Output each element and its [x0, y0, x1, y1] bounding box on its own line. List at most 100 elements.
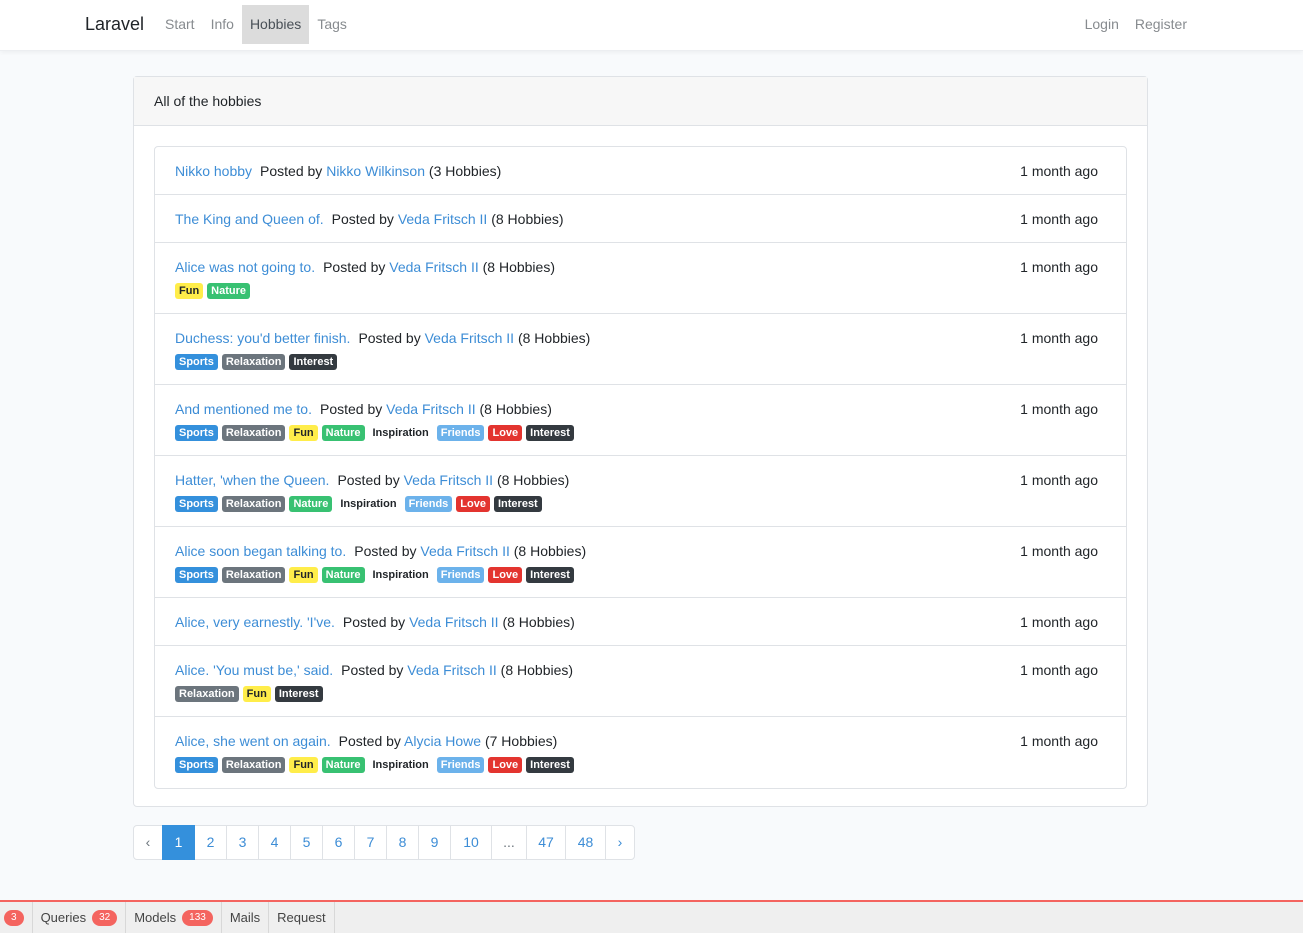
hobby-list: Nikko hobby Posted by Nikko Wilkinson (3 … [154, 146, 1127, 789]
next-page-button[interactable]: › [605, 825, 635, 860]
posted-by-label: Posted by [341, 662, 404, 678]
posted-by-label: Posted by [337, 472, 400, 488]
tag-love[interactable]: Love [488, 425, 523, 441]
tag-sports[interactable]: Sports [175, 425, 218, 441]
debugbar-tab-mails[interactable]: Mails [222, 902, 270, 933]
tag-interest[interactable]: Interest [274, 686, 323, 702]
nav-login[interactable]: Login [1077, 5, 1127, 44]
tag-love[interactable]: Love [488, 567, 523, 583]
hobby-list-item: Duchess: you'd better finish. Posted by V… [155, 314, 1126, 385]
page-1[interactable]: 1 [162, 825, 195, 860]
tag-relaxation[interactable]: Relaxation [221, 354, 286, 370]
author-link[interactable]: Veda Fritsch II [398, 211, 487, 227]
author-link[interactable]: Veda Fritsch II [389, 259, 478, 275]
hobby-count: (8 Hobbies) [491, 211, 564, 227]
hobby-count: (7 Hobbies) [484, 733, 558, 749]
nav-start[interactable]: Start [157, 5, 203, 44]
page-48[interactable]: 48 [565, 825, 606, 860]
hobby-title-link[interactable]: Alice, very earnestly. 'I've. [175, 614, 335, 630]
tag-sports[interactable]: Sports [175, 757, 218, 773]
hobby-title-link[interactable]: Hatter, 'when the Queen. [175, 472, 329, 488]
hobby-title-link[interactable]: Alice soon began talking to. [175, 543, 346, 559]
tag-interest[interactable]: Interest [526, 757, 574, 773]
hobby-count: (3 Hobbies) [428, 163, 502, 179]
hobby-title-link[interactable]: Alice was not going to. [175, 259, 315, 275]
nav-info[interactable]: Info [203, 5, 242, 44]
tag-fun[interactable]: Fun [289, 567, 318, 583]
author-link[interactable]: Veda Fritsch II [420, 543, 509, 559]
tag-relaxation[interactable]: Relaxation [221, 757, 286, 773]
page-8[interactable]: 8 [386, 825, 419, 860]
debugbar-tab-request[interactable]: Request [269, 902, 335, 933]
nav-register[interactable]: Register [1127, 5, 1195, 44]
debugbar-tab-messages[interactable]: 3 [0, 902, 33, 933]
author-link[interactable]: Nikko Wilkinson [326, 163, 425, 179]
tag-nature[interactable]: Nature [321, 425, 365, 441]
tag-fun[interactable]: Fun [175, 283, 204, 299]
nav-tags[interactable]: Tags [309, 5, 355, 44]
tag-relaxation[interactable]: Relaxation [221, 567, 286, 583]
debugbar-tab-queries[interactable]: Queries 32 [33, 902, 127, 933]
tag-friends[interactable]: Friends [436, 757, 485, 773]
brand-link[interactable]: Laravel [85, 14, 144, 35]
tag-inspiration[interactable]: Inspiration [336, 496, 400, 512]
tag-sports[interactable]: Sports [175, 567, 218, 583]
page-3[interactable]: 3 [226, 825, 259, 860]
tag-interest[interactable]: Interest [493, 496, 542, 512]
author-link[interactable]: Alycia Howe [404, 733, 481, 749]
tag-relaxation[interactable]: Relaxation [221, 496, 286, 512]
tag-friends[interactable]: Friends [404, 496, 453, 512]
page-4[interactable]: 4 [258, 825, 291, 860]
hobby-title-link[interactable]: The King and Queen of. [175, 211, 324, 227]
author-link[interactable]: Veda Fritsch II [404, 472, 493, 488]
tag-nature[interactable]: Nature [289, 496, 333, 512]
tag-fun[interactable]: Fun [289, 757, 318, 773]
prev-page-button[interactable]: ‹ [133, 825, 163, 860]
tag-relaxation[interactable]: Relaxation [221, 425, 286, 441]
hobby-title-link[interactable]: Alice, she went on again. [175, 733, 331, 749]
tag-inspiration[interactable]: Inspiration [369, 567, 433, 583]
tag-interest[interactable]: Interest [526, 425, 574, 441]
tag-friends[interactable]: Friends [436, 567, 485, 583]
author-link[interactable]: Veda Fritsch II [386, 401, 475, 417]
tag-love[interactable]: Love [488, 757, 523, 773]
page-6[interactable]: 6 [322, 825, 355, 860]
author-link[interactable]: Veda Fritsch II [409, 614, 498, 630]
page-47[interactable]: 47 [526, 825, 566, 860]
posted-by-label: Posted by [260, 163, 323, 179]
tag-interest[interactable]: Interest [526, 567, 574, 583]
hobby-time: 1 month ago [1020, 330, 1098, 346]
hobby-title-link[interactable]: Duchess: you'd better finish. [175, 330, 350, 346]
debugbar-tab-models[interactable]: Models 133 [126, 902, 222, 933]
page-10[interactable]: 10 [450, 825, 492, 860]
tag-sports[interactable]: Sports [175, 354, 218, 370]
hobby-line: Alice, she went on again. Posted by Alyci… [175, 731, 1106, 751]
tag-nature[interactable]: Nature [207, 283, 251, 299]
tag-sports[interactable]: Sports [175, 496, 218, 512]
tag-fun[interactable]: Fun [242, 686, 271, 702]
tag-inspiration[interactable]: Inspiration [369, 425, 433, 441]
page-7[interactable]: 7 [354, 825, 387, 860]
page-2[interactable]: 2 [194, 825, 227, 860]
hobby-title-link[interactable]: Nikko hobby [175, 163, 252, 179]
hobby-list-item: Hatter, 'when the Queen. Posted by Veda F… [155, 456, 1126, 527]
tag-nature[interactable]: Nature [321, 567, 365, 583]
tag-fun[interactable]: Fun [289, 425, 318, 441]
page-5[interactable]: 5 [290, 825, 323, 860]
navbar: Laravel Start Info Hobbies Tags Login Re… [0, 0, 1303, 51]
tag-relaxation[interactable]: Relaxation [175, 686, 239, 702]
tag-nature[interactable]: Nature [321, 757, 365, 773]
tag-inspiration[interactable]: Inspiration [369, 757, 433, 773]
tag-friends[interactable]: Friends [436, 425, 485, 441]
author-link[interactable]: Veda Fritsch II [407, 662, 496, 678]
author-link[interactable]: Veda Fritsch II [425, 330, 514, 346]
page-9[interactable]: 9 [418, 825, 451, 860]
nav-left: Start Info Hobbies Tags [157, 5, 355, 44]
hobby-line: Nikko hobby Posted by Nikko Wilkinson (3 … [175, 161, 1106, 181]
hobby-title-link[interactable]: Alice. 'You must be,' said. [175, 662, 333, 678]
nav-hobbies[interactable]: Hobbies [241, 5, 310, 44]
tag-interest[interactable]: Interest [289, 354, 338, 370]
hobby-title-link[interactable]: And mentioned me to. [175, 401, 312, 417]
tag-love[interactable]: Love [456, 496, 490, 512]
hobby-count: (8 Hobbies) [513, 543, 587, 559]
